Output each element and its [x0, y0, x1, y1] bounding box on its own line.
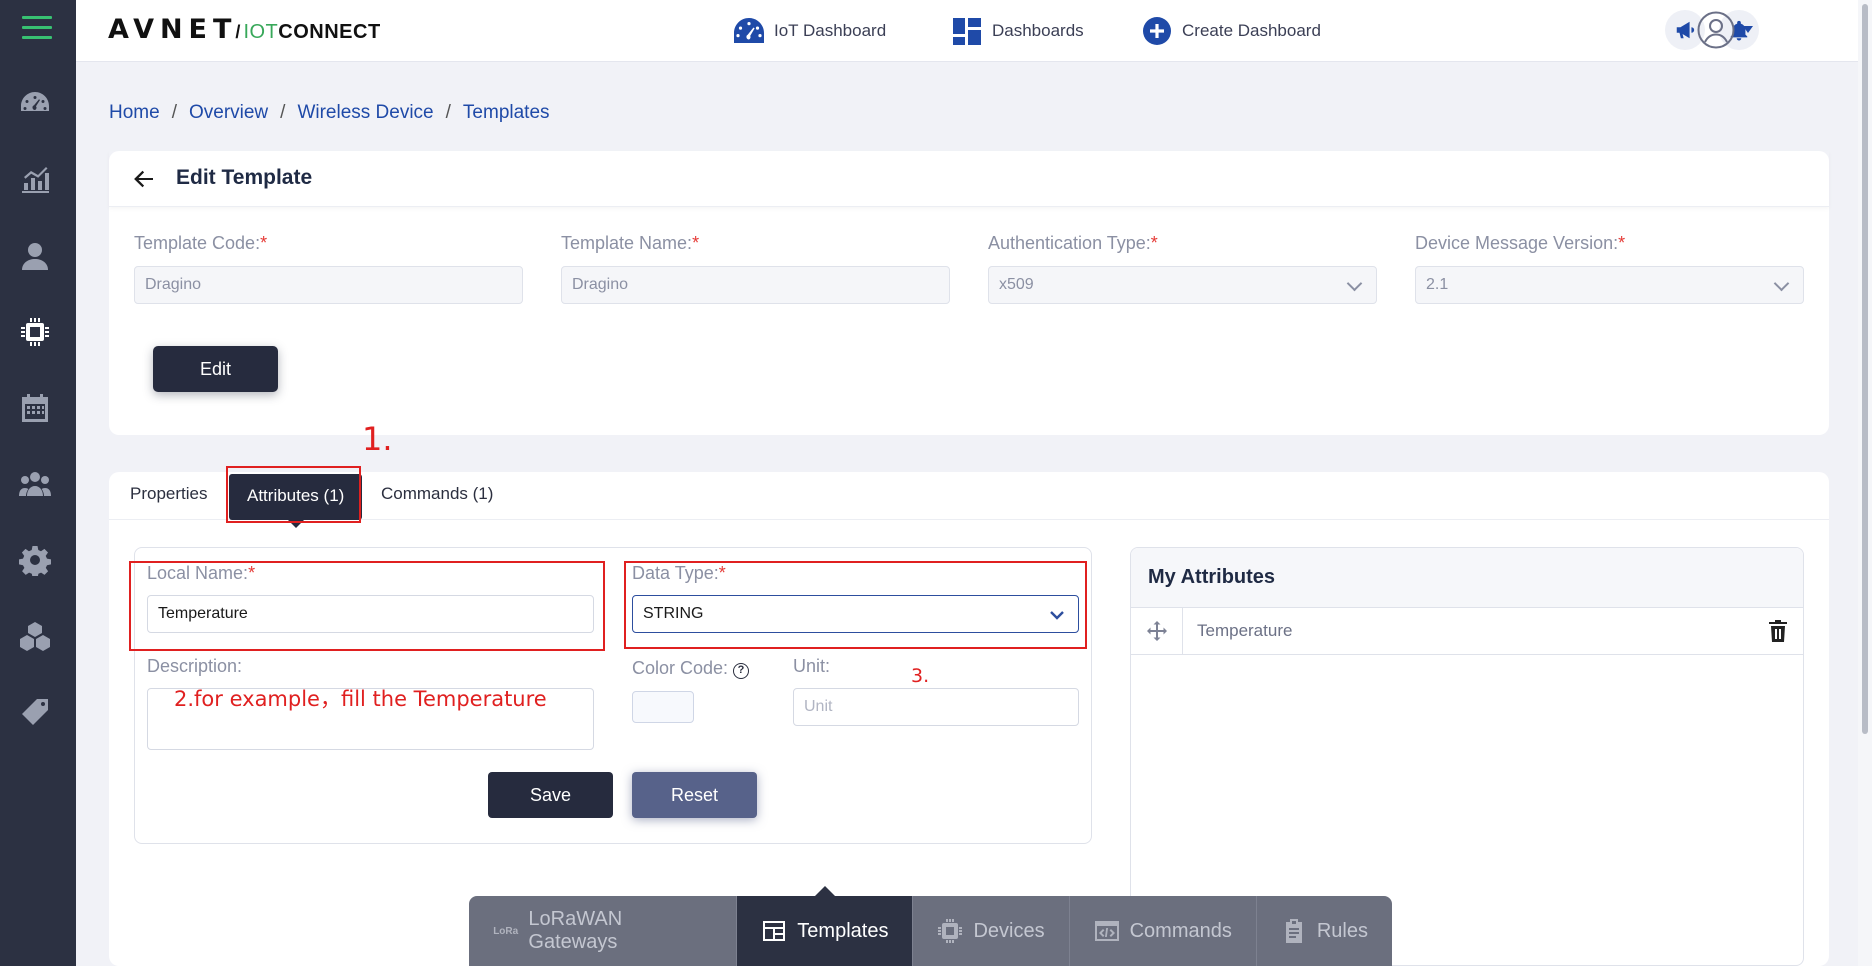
tab-commands[interactable]: Commands (1) [381, 484, 493, 504]
annotation-step-2: 2.for example，fill the Temperature [174, 687, 547, 711]
tab-properties[interactable]: Properties [130, 484, 207, 504]
gear-icon[interactable] [19, 544, 51, 576]
bottom-nav-label: Templates [797, 919, 889, 942]
chip-icon [938, 919, 963, 943]
bottom-nav-devices[interactable]: Devices [913, 896, 1070, 966]
annotation-box-tab [226, 466, 361, 523]
breadcrumb-home[interactable]: Home [109, 102, 160, 124]
avatar-icon[interactable] [1697, 11, 1735, 49]
menu-toggle-icon[interactable] [22, 16, 52, 42]
unit-input[interactable]: Unit [793, 688, 1079, 726]
template-name-label: Template Name:* [561, 233, 700, 253]
bottom-nav-templates[interactable]: Templates [737, 886, 914, 966]
back-arrow-icon[interactable] [131, 166, 157, 192]
cubes-icon[interactable] [19, 620, 51, 652]
authentication-type-label: Authentication Type:* [988, 233, 1158, 253]
gauge-icon [734, 18, 764, 43]
logo-avnet: AVNET [108, 14, 238, 45]
edit-template-card: Edit Template Template Code:* Dragino Te… [109, 151, 1829, 435]
drag-handle-icon[interactable] [1131, 608, 1183, 654]
lora-icon: LoRa [493, 925, 519, 937]
help-icon[interactable]: ? [733, 663, 750, 679]
users-icon[interactable] [19, 468, 51, 500]
nav-dashboards-label: Dashboards [992, 21, 1084, 40]
dashboard-grid-icon [953, 18, 981, 45]
clipboard-icon [1285, 919, 1302, 943]
annotation-step-1: 1. [362, 420, 393, 458]
code-window-icon [1094, 921, 1119, 941]
attribute-name: Temperature [1197, 621, 1293, 640]
plus-circle-icon [1143, 17, 1171, 45]
bottom-nav-label: Devices [973, 919, 1045, 942]
annotation-box-local-name [129, 561, 605, 651]
breadcrumb-separator: / [280, 102, 286, 123]
breadcrumb-separator: / [171, 102, 177, 123]
bottom-module-nav: LoRa LoRaWAN Gateways Templates Devices … [469, 886, 1392, 966]
nav-iot-dashboard[interactable]: IoT Dashboard [732, 14, 886, 48]
edit-button[interactable]: Edit [153, 346, 278, 392]
tabs-bar: Properties Attributes (1) Commands (1) [109, 472, 1829, 528]
annotation-step-3: 3. [911, 665, 930, 687]
nav-create-dashboard-label: Create Dashboard [1182, 21, 1321, 40]
bottom-nav-rules[interactable]: Rules [1257, 896, 1392, 966]
breadcrumb-wireless-device[interactable]: Wireless Device [297, 102, 433, 124]
breadcrumb-overview[interactable]: Overview [189, 102, 268, 124]
chip-icon[interactable] [19, 316, 51, 348]
unit-label: Unit: [793, 656, 831, 676]
bottom-nav-lorawan-gateways[interactable]: LoRa LoRaWAN Gateways [469, 896, 738, 966]
calendar-icon[interactable] [19, 392, 51, 424]
logo-iot: IOT [243, 21, 279, 43]
gauge-icon[interactable] [19, 86, 51, 118]
caret-down-icon[interactable] [1743, 26, 1753, 33]
save-button[interactable]: Save [488, 772, 613, 818]
authentication-type-select[interactable]: x509 [988, 266, 1377, 304]
color-code-label: Color Code:? [632, 658, 750, 679]
scrollbar-thumb[interactable] [1862, 4, 1868, 734]
card-header: Edit Template [109, 151, 1829, 207]
avnet-iotconnect-logo[interactable]: AVNET / IOT CONNECT [108, 14, 381, 45]
my-attributes-title: My Attributes [1131, 548, 1803, 608]
bottom-nav-label: LoRaWAN Gateways [528, 908, 623, 953]
reset-button[interactable]: Reset [632, 772, 757, 818]
list-item: Temperature [1131, 608, 1803, 655]
page-scrollbar[interactable] [1858, 0, 1872, 966]
trash-icon[interactable] [1767, 619, 1789, 643]
annotation-box-data-type [624, 561, 1087, 649]
breadcrumb-separator: / [445, 102, 451, 123]
device-message-version-select[interactable]: 2.1 [1415, 266, 1804, 304]
template-icon [763, 921, 786, 941]
sidebar [0, 0, 76, 966]
bottom-nav-label: Commands [1129, 919, 1232, 942]
nav-create-dashboard[interactable]: Create Dashboard [1140, 14, 1321, 48]
page-title: Edit Template [176, 166, 313, 189]
chart-icon[interactable] [19, 163, 51, 195]
breadcrumb-templates[interactable]: Templates [463, 102, 550, 124]
template-code-field[interactable]: Dragino [134, 266, 523, 304]
template-code-label: Template Code:* [134, 233, 268, 253]
logo-connect: CONNECT [278, 21, 381, 43]
template-name-field[interactable]: Dragino [561, 266, 950, 304]
tag-icon[interactable] [19, 696, 51, 728]
bottom-nav-label: Rules [1316, 919, 1368, 942]
breadcrumb: Home / Overview / Wireless Device / Temp… [109, 102, 550, 124]
color-code-input[interactable] [632, 691, 694, 723]
bottom-nav-commands[interactable]: Commands [1070, 896, 1257, 966]
logo-slash: / [235, 22, 241, 42]
device-message-version-label: Device Message Version:* [1415, 233, 1626, 253]
nav-dashboards[interactable]: Dashboards [950, 14, 1084, 48]
nav-iot-dashboard-label: IoT Dashboard [774, 21, 887, 40]
description-label: Description: [147, 656, 243, 676]
top-header: AVNET / IOT CONNECT IoT Dashboard Dashbo… [76, 0, 1872, 62]
user-icon[interactable] [19, 240, 51, 272]
